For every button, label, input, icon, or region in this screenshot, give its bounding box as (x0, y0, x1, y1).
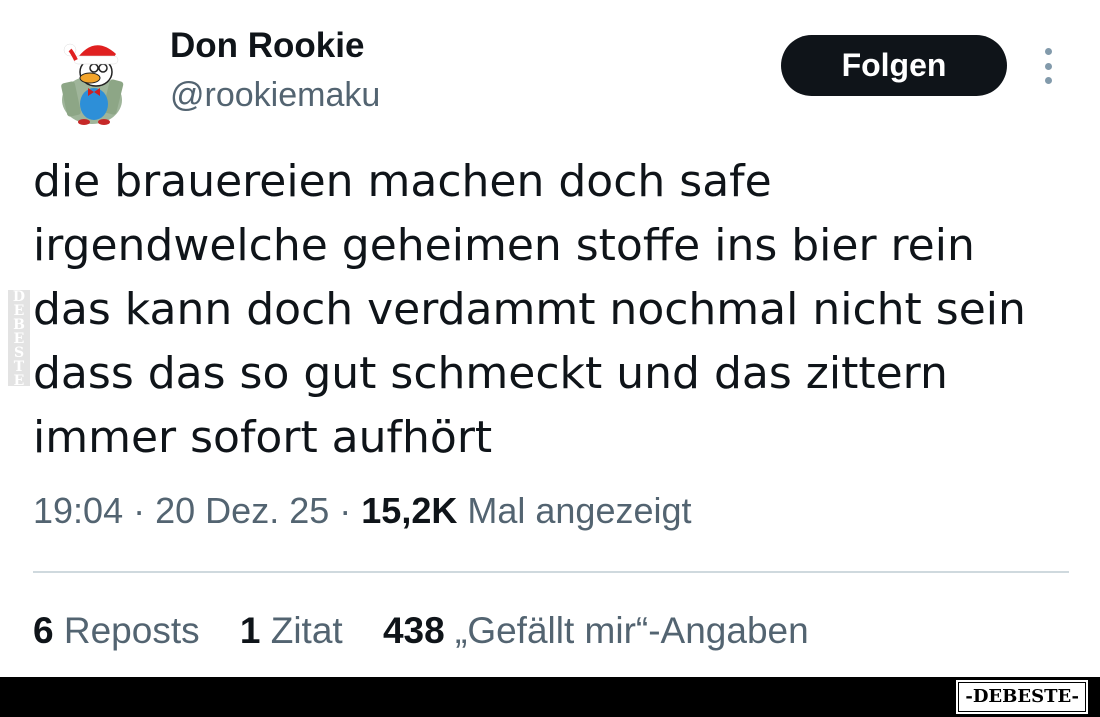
quotes-stat[interactable]: 1 Zitat (240, 610, 353, 651)
follow-button[interactable]: Folgen (781, 35, 1007, 96)
avatar[interactable] (36, 30, 132, 126)
tweet-text: die brauereien machen doch safe irgendwe… (33, 150, 1073, 470)
quotes-count: 1 (239, 610, 261, 651)
tweet-line: irgendwelche geheimen stoffe ins bier re… (33, 220, 975, 271)
tweet-line: dass das so gut schmeckt und das zittern (33, 348, 948, 399)
tweet-date[interactable]: 20 Dez. 25 (155, 490, 329, 531)
footer-bar: -DEBESTE- (0, 677, 1100, 717)
quotes-label: Zitat (270, 610, 343, 651)
likes-stat[interactable]: 438 „Gefällt mir“-Angaben (383, 610, 809, 651)
views-count: 15,2K (361, 490, 458, 531)
santa-duck-avatar-icon (61, 43, 124, 125)
meta-separator: · (339, 490, 352, 531)
more-dot (1044, 62, 1052, 70)
divider (33, 571, 1069, 573)
reposts-stat[interactable]: 6 Reposts (33, 610, 210, 651)
likes-label: „Gefällt mir“-Angaben (455, 610, 809, 651)
reposts-count: 6 (33, 610, 54, 651)
watermark-bottom: -DEBESTE- (958, 682, 1086, 712)
author-handle[interactable]: @rookiemaku (170, 76, 380, 115)
reposts-label: Reposts (63, 610, 200, 651)
engagement-stats: 6 Reposts 1 Zitat 438 „Gefällt mir“-Anga… (33, 610, 839, 652)
watermark-side: DEBESTE (8, 289, 30, 387)
tweet-meta: 19:04 · 20 Dez. 25 · 15,2K Mal angezeigt (33, 490, 692, 532)
more-vertical-icon[interactable] (1030, 44, 1066, 88)
views-label: Mal angezeigt (467, 490, 692, 531)
likes-count: 438 (382, 610, 445, 651)
tweet-time[interactable]: 19:04 (33, 490, 123, 531)
tweet-line: das kann doch verdammt nochmal nicht sei… (33, 284, 1026, 335)
tweet-line: die brauereien machen doch safe (33, 156, 772, 207)
tweet-line: immer sofort aufhört (33, 412, 493, 463)
more-dot (1044, 77, 1052, 84)
author-display-name[interactable]: Don Rookie (170, 26, 364, 66)
more-dot (1044, 48, 1052, 55)
meta-separator: · (133, 490, 146, 531)
